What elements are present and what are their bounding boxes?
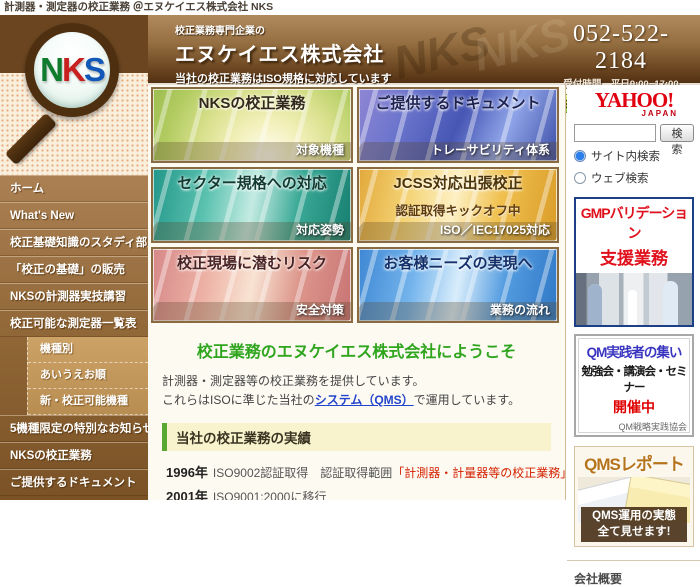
radio-web-search[interactable]: ウェブ検索 <box>574 170 694 186</box>
sidebar-item-training[interactable]: NKSの計測器実技講習 <box>0 283 148 310</box>
history-text: ISO9001:2000に移行 <box>213 490 326 500</box>
logo-letter-n: N <box>40 51 62 88</box>
sidebar-item-special-notice[interactable]: 5機種限定の特別なお知らせ <box>0 415 148 442</box>
intro-line2-post: で運用しています。 <box>414 393 520 407</box>
sidebar-item-instrument-list[interactable]: 校正可能な測定器一覧表 <box>0 310 148 337</box>
logo-letter-s: S <box>84 51 104 88</box>
qms-report-banner[interactable]: QMSレポート QMS運用の実態 全て見せます! <box>574 446 694 547</box>
right-sidebar: YAHOO! JAPAN 検索 サイト内検索 ウェブ検索 GMPバリデーション … <box>567 85 700 500</box>
gmp-banner-line2: 支援業務 <box>576 244 692 269</box>
radio-web-label: ウェブ検索 <box>591 170 649 186</box>
banner-customer-needs[interactable]: お客様ニーズの実現へ 業務の流れ <box>357 247 559 323</box>
nks-watermark: NKS <box>388 14 495 90</box>
banner-sublabel: 業務の流れ <box>490 301 550 318</box>
page-title-bar: 計測器・測定器の校正業務 ＠エヌケイエス株式会社 NKS <box>0 0 700 15</box>
intro-line1: 計測器・測定器等の校正業務を提供しています。 <box>162 374 424 388</box>
sidebar-item-basics-sales[interactable]: 「校正の基礎」の販売 <box>0 256 148 283</box>
history-highlight: 「計測器・計量器等の校正業務」 <box>392 466 566 480</box>
banner-sublabel: 対応姿勢 <box>296 221 344 238</box>
company-name: エヌケイエス株式会社 <box>175 38 392 67</box>
qm-banner-status: 開催中 <box>578 397 690 417</box>
banner-midlabel: 認証取得キックオフ中 <box>359 200 557 219</box>
qms-banner-caption: QMS運用の実態 全て見せます! <box>581 507 687 542</box>
banner-sublabel: 対象機種 <box>296 141 344 158</box>
gmp-banner-line1: GMPバリデーション <box>576 203 692 243</box>
search-button[interactable]: 検索 <box>660 124 694 142</box>
banner-sector-standards[interactable]: セクター規格への対応 対応姿勢 <box>151 167 353 243</box>
sidebar-subitem-new-models[interactable]: 新・校正可能機種 <box>28 389 148 415</box>
sidebar-subitem-by-model[interactable]: 機種別 <box>28 337 148 363</box>
banner-sublabel: 安全対策 <box>296 301 344 318</box>
history-row: 2001年 ISO9001:2000に移行 <box>166 486 565 500</box>
banner-title: 校正現場に潜むリスク <box>153 252 351 273</box>
banner-jcss[interactable]: JCSS対応出張校正 認証取得キックオフ中 ISO／IEC17025対応 <box>357 167 559 243</box>
phone-number: 052-522-2184 <box>552 21 690 75</box>
sidebar-item-home[interactable]: ホーム <box>0 175 148 202</box>
sidebar-item-calibration[interactable]: NKSの校正業務 <box>0 442 148 469</box>
banner-sublabel: トレーサビリティ体系 <box>431 141 550 158</box>
radio-unselected-icon[interactable] <box>574 172 586 184</box>
sidebar-item-documents[interactable]: ご提供するドキュメント <box>0 469 148 496</box>
intro-line2-pre: これらはISOに準じた当社の <box>162 393 315 407</box>
sidebar-nav: ホーム What's New 校正基礎知識のスタディ部屋 「校正の基礎」の販売 … <box>0 175 148 500</box>
qms-caption-line2: 全て見せます! <box>598 526 671 538</box>
qm-banner-credit: QM戦略実践協会 <box>578 420 687 433</box>
cleanroom-photo <box>576 273 692 325</box>
logo-area: NKS <box>0 15 148 175</box>
header-tagline: 校正業務専門企業の <box>175 22 392 37</box>
sidebar-item-study-room[interactable]: 校正基礎知識のスタディ部屋 <box>0 229 148 256</box>
gmp-validation-banner[interactable]: GMPバリデーション 支援業務 <box>574 197 694 327</box>
history-text: ISO9002認証取得 認証取得範囲 <box>213 466 392 480</box>
banner-grid: NKSの校正業務 対象機種 ご提供するドキュメント トレーサビリティ体系 セクタ… <box>148 85 565 325</box>
qms-system-link[interactable]: システム（QMS） <box>315 393 414 407</box>
company-overview-link[interactable]: 会社概要 <box>574 570 694 587</box>
search-input[interactable] <box>574 124 656 142</box>
qm-banner-title: QM実践者の集い <box>578 341 690 361</box>
intro-paragraph: 計測器・測定器等の校正業務を提供しています。 これらはISOに準じた当社のシステ… <box>162 372 565 410</box>
nks-logo-text: NKS <box>40 51 104 89</box>
qm-practitioners-banner[interactable]: QM実践者の集い 勉強会・講演会・セミナー 開催中 QM戦略実践協会 <box>574 334 694 437</box>
header-text-block: 校正業務専門企業の エヌケイエス株式会社 当社の校正業務はISO規格に対応してい… <box>175 22 392 86</box>
main-content: NKSの校正業務 対象機種 ご提供するドキュメント トレーサビリティ体系 セクタ… <box>148 85 566 500</box>
banner-calibration-services[interactable]: NKSの校正業務 対象機種 <box>151 87 353 163</box>
history-year: 2001年 <box>166 489 208 500</box>
banner-risk[interactable]: 校正現場に潜むリスク 安全対策 <box>151 247 353 323</box>
sidebar-submenu: 機種別 あいうえお順 新・校正可能機種 <box>27 337 148 415</box>
nks-magnifier-logo[interactable]: NKS <box>25 23 119 117</box>
qms-caption-line1: QMS運用の実態 <box>592 510 676 522</box>
qms-banner-title: QMSレポート <box>578 450 690 475</box>
banner-title: セクター規格への対応 <box>153 172 351 193</box>
history-row: 1996年 ISO9002認証取得 認証取得範囲「計測器・計量器等の校正業務」 <box>166 462 565 481</box>
logo-letter-k: K <box>62 51 84 88</box>
section-header-achievements: 当社の校正業務の実績 <box>162 423 551 451</box>
history-year: 1996年 <box>166 465 208 480</box>
sidebar-subitem-aiueo[interactable]: あいうえお順 <box>28 363 148 389</box>
qm-banner-line2: 勉強会・講演会・セミナー <box>578 363 690 395</box>
yahoo-logo[interactable]: YAHOO! JAPAN <box>574 88 694 118</box>
radio-selected-icon[interactable] <box>574 150 586 162</box>
banner-sublabel: ISO／IEC17025対応 <box>440 221 550 238</box>
banner-title: ご提供するドキュメント <box>359 92 557 113</box>
radio-site-label: サイト内検索 <box>591 148 660 164</box>
banner-documents[interactable]: ご提供するドキュメント トレーサビリティ体系 <box>357 87 559 163</box>
banner-title: お客様ニーズの実現へ <box>359 252 557 273</box>
banner-title: NKSの校正業務 <box>153 92 351 113</box>
header-subtitle: 当社の校正業務はISO規格に対応しています <box>175 70 392 86</box>
sidebar-item-whats-new[interactable]: What's New <box>0 202 148 229</box>
welcome-heading: 校正業務のエヌケイエス株式会社にようこそ <box>148 338 565 362</box>
divider <box>567 560 700 561</box>
banner-title: JCSS対応出張校正 <box>359 172 557 193</box>
